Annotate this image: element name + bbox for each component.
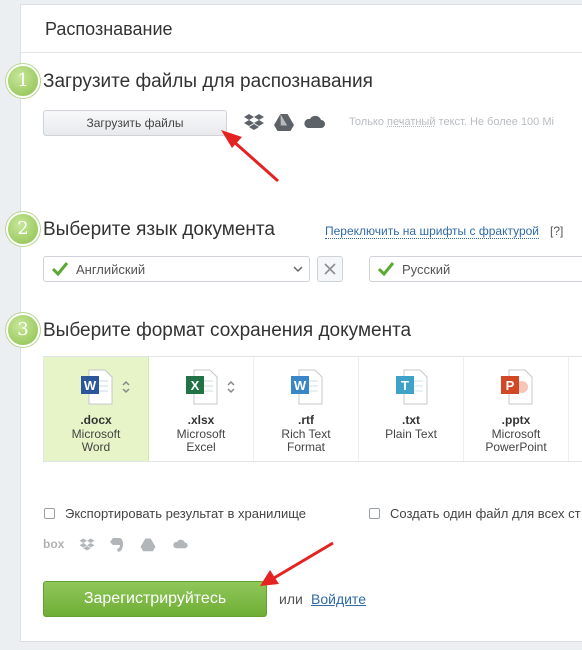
- format-name: Microsoft Excel: [176, 427, 226, 454]
- primary-language-value: Английский: [76, 262, 146, 277]
- dropbox-icon[interactable]: [244, 112, 264, 132]
- format-txt[interactable]: T .txt Plain Text: [359, 357, 464, 461]
- step-2-badge: 2: [8, 214, 38, 244]
- google-drive-icon[interactable]: [140, 537, 156, 552]
- format-pptx[interactable]: P .pptx Microsoft PowerPoint: [464, 357, 569, 461]
- format-ext: .txt: [402, 413, 420, 427]
- svg-text:W: W: [84, 378, 97, 393]
- svg-text:W: W: [294, 378, 307, 393]
- step-2-title: Выберите язык документа: [43, 219, 275, 240]
- box-icon[interactable]: box: [43, 537, 64, 551]
- export-to-storage-label: Экспортировать результат в хранилище: [65, 506, 307, 521]
- evernote-icon[interactable]: [109, 537, 124, 553]
- chevron-down-icon: [293, 266, 303, 273]
- check-icon: [377, 262, 395, 277]
- step-3-title: Выберите формат сохранения документа: [43, 320, 412, 341]
- text-document-icon: T: [396, 369, 428, 405]
- check-icon: [51, 262, 69, 277]
- single-file-checkbox[interactable]: [369, 508, 380, 519]
- close-icon: [324, 263, 336, 275]
- format-rtf[interactable]: W .rtf Rich Text Format: [254, 357, 359, 461]
- single-file-label: Создать один файл для всех ст: [390, 506, 581, 521]
- or-text: или: [279, 591, 303, 607]
- help-link[interactable]: [?]: [550, 224, 563, 238]
- svg-text:T: T: [401, 378, 409, 393]
- svg-text:P: P: [506, 378, 515, 393]
- secondary-language-value: Русский: [402, 262, 451, 277]
- upload-files-button[interactable]: Загрузить файлы: [43, 110, 227, 136]
- onedrive-icon[interactable]: [171, 537, 189, 551]
- svg-text:X: X: [191, 378, 200, 393]
- format-version-chevrons-icon[interactable]: [121, 379, 131, 395]
- upload-hint: Только печатный текст. Не более 100 Mi: [349, 116, 554, 128]
- format-name: Plain Text: [385, 427, 437, 441]
- format-name: Microsoft PowerPoint: [485, 427, 547, 454]
- rtf-document-icon: W: [291, 369, 323, 405]
- onedrive-icon[interactable]: [303, 112, 325, 132]
- format-xlsx[interactable]: X .xlsx Microsoft Excel: [149, 357, 254, 461]
- powerpoint-document-icon: P: [501, 369, 533, 405]
- format-ext: .pptx: [501, 413, 531, 427]
- format-ext: .xlsx: [187, 413, 215, 427]
- format-name: Microsoft Word: [71, 427, 121, 454]
- panel-title: Распознавание: [21, 5, 582, 53]
- secondary-language-select[interactable]: Русский: [369, 256, 582, 282]
- format-version-chevrons-icon[interactable]: [226, 379, 236, 395]
- step-3-badge: 3: [8, 315, 38, 345]
- format-selector: W .docx Microsoft Word X .xlsx Microsoft E…: [43, 356, 582, 462]
- google-drive-icon[interactable]: [274, 112, 294, 132]
- fraktur-switch-link[interactable]: Переключить на шрифты с фрактурой: [325, 225, 539, 239]
- format-name: Rich Text Format: [281, 427, 331, 454]
- format-ext: .rtf: [298, 413, 314, 427]
- format-docx[interactable]: W .docx Microsoft Word: [44, 357, 149, 461]
- excel-document-icon: X: [186, 369, 218, 405]
- login-link[interactable]: Войдите: [311, 591, 366, 607]
- register-button[interactable]: Зарегистрируйтесь: [43, 581, 267, 617]
- dropbox-icon[interactable]: [79, 537, 95, 552]
- step-1-badge: 1: [8, 66, 38, 96]
- remove-language-button[interactable]: [317, 256, 343, 282]
- export-to-storage-checkbox[interactable]: [44, 508, 55, 519]
- primary-language-select[interactable]: Английский: [43, 256, 310, 282]
- step-1-title: Загрузите файлы для распознавания: [43, 71, 373, 92]
- word-document-icon: W: [81, 369, 113, 405]
- format-ext: .docx: [80, 413, 112, 427]
